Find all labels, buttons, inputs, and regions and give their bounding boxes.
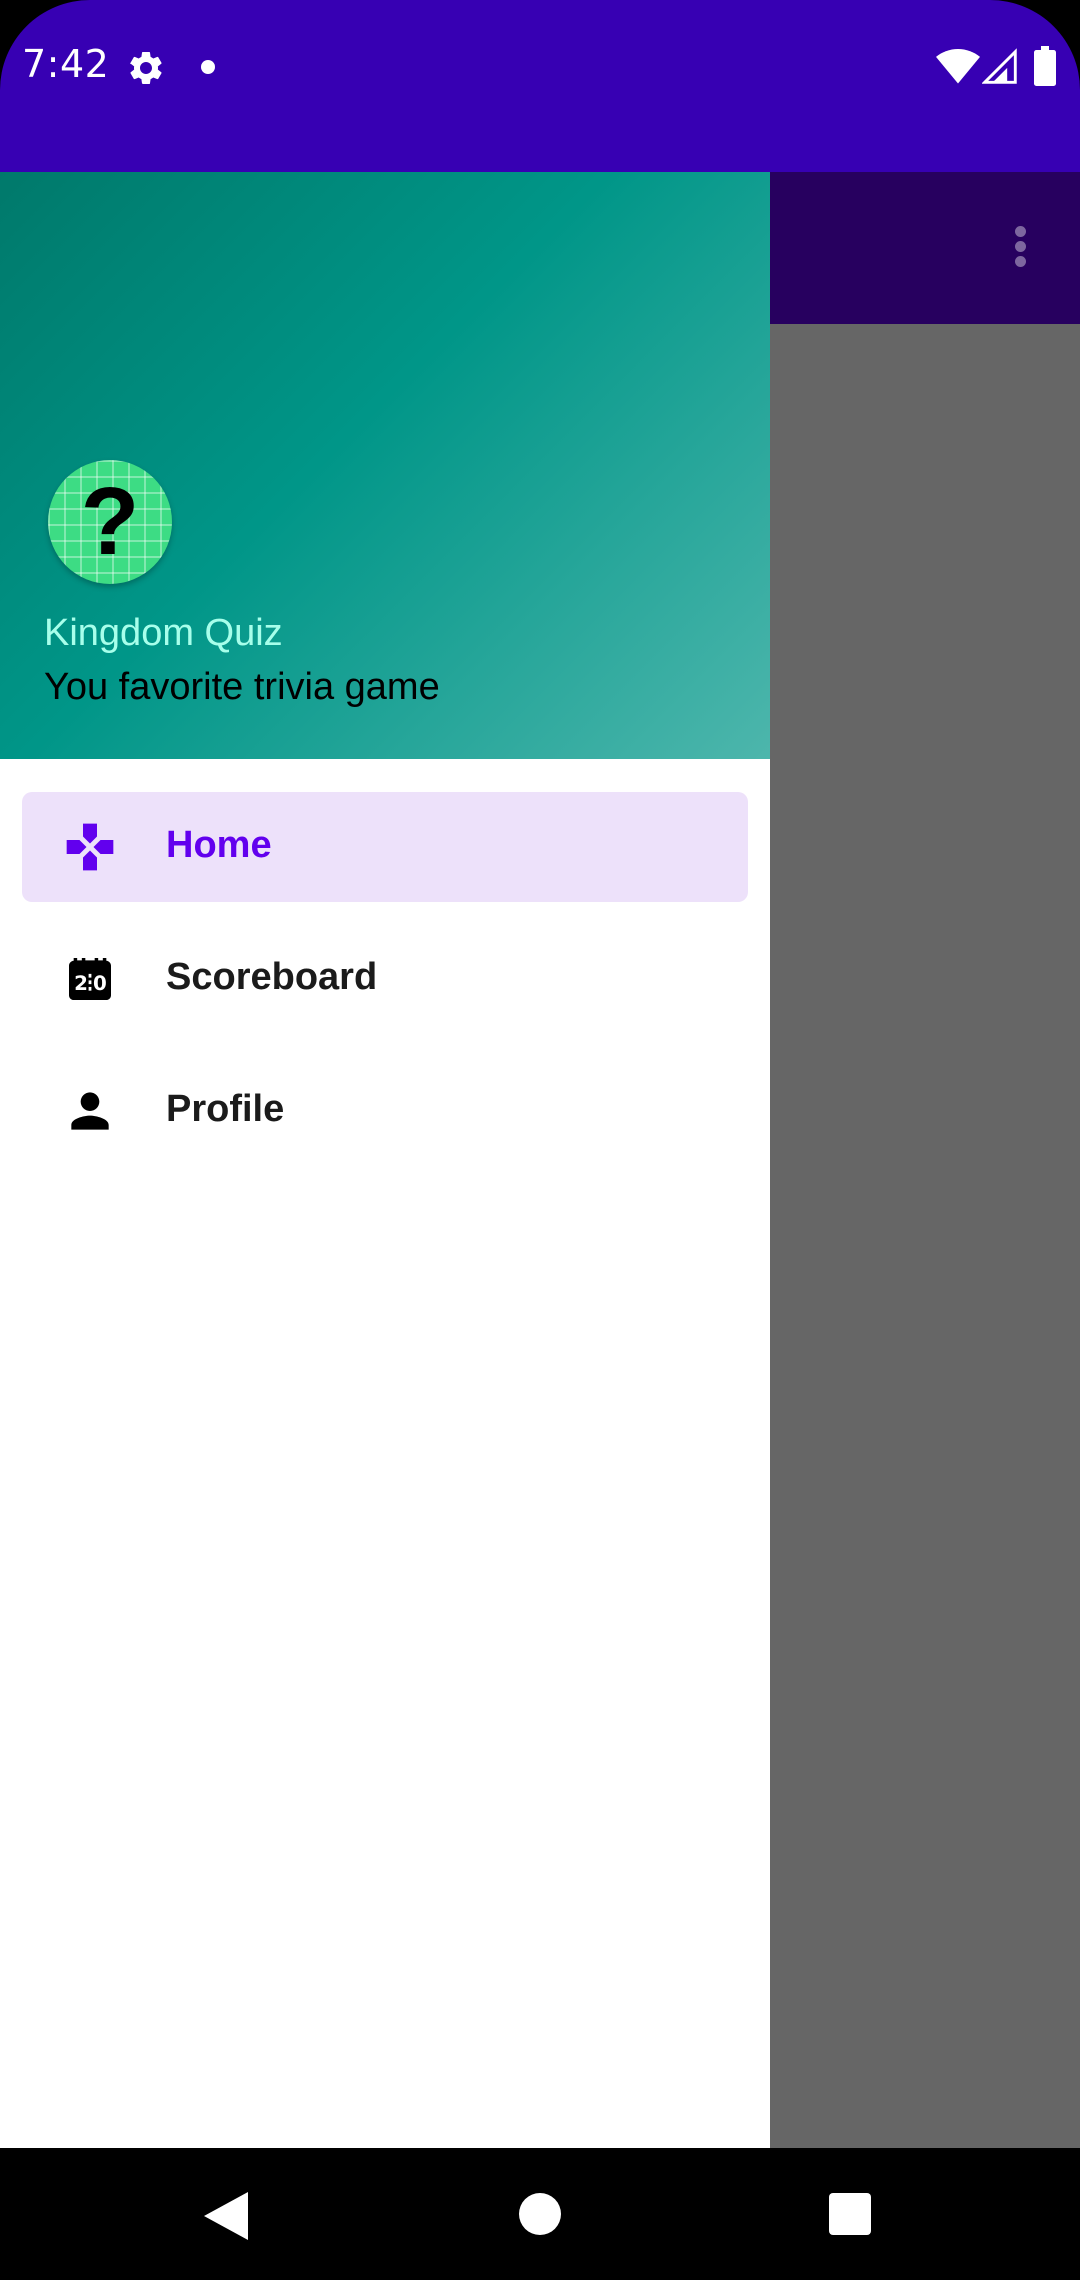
drawer-header-title: Kingdom Quiz xyxy=(44,612,283,654)
drawer-item-label: Scoreboard xyxy=(166,956,378,998)
drawer-item-label: Profile xyxy=(166,1088,285,1130)
person-icon xyxy=(71,1092,109,1130)
home-icon[interactable] xyxy=(519,2193,561,2235)
navigation-drawer: ? Kingdom Quiz You favorite trivia game … xyxy=(0,172,770,2148)
back-icon[interactable] xyxy=(204,2192,248,2240)
settings-icon xyxy=(129,51,162,84)
cell-signal-icon xyxy=(982,48,1017,84)
recents-icon[interactable] xyxy=(829,2193,871,2235)
svg-text:2: 2 xyxy=(74,972,88,995)
system-navigation-bar xyxy=(0,2148,1080,2280)
drawer-item-home[interactable]: Home xyxy=(22,792,748,902)
notification-dot-icon xyxy=(201,60,215,74)
more-vertical-icon[interactable] xyxy=(1000,214,1040,274)
battery-icon xyxy=(1034,46,1056,86)
gamepad-icon xyxy=(66,823,114,871)
scoreboard-icon: 2 0 xyxy=(69,958,111,1000)
status-time: 7:42 xyxy=(22,42,110,86)
drawer-header: ? Kingdom Quiz You favorite trivia game xyxy=(0,172,770,759)
drawer-item-profile[interactable]: Profile xyxy=(22,1056,748,1166)
drawer-item-scoreboard[interactable]: 2 0 Scoreboard xyxy=(22,924,748,1034)
status-bar: 7:42 xyxy=(0,0,1080,172)
app-logo-avatar: ? xyxy=(48,460,172,584)
drawer-item-label: Home xyxy=(166,824,272,866)
wifi-icon xyxy=(936,49,980,84)
svg-text:0: 0 xyxy=(93,972,107,995)
phone-screen: 7:42 ? Kingdom Quiz You favorite trivia … xyxy=(0,0,1080,2280)
drawer-header-subtitle: You favorite trivia game xyxy=(44,666,440,708)
